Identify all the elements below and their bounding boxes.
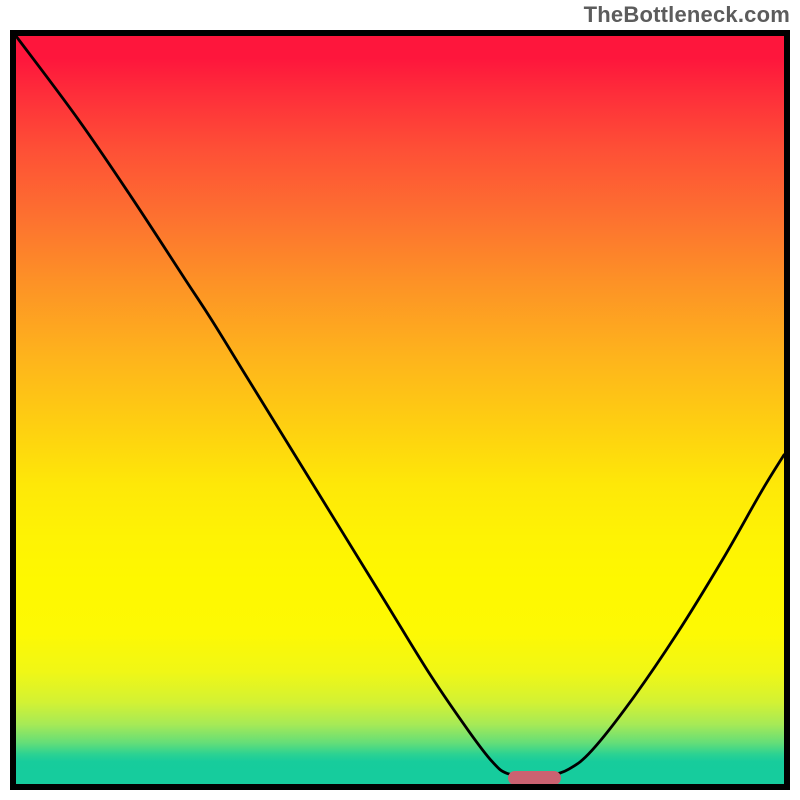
bottleneck-curve (16, 36, 784, 784)
plot-frame (10, 30, 790, 790)
optimal-range-marker (508, 771, 562, 785)
watermark-label: TheBottleneck.com (584, 2, 790, 28)
chart-container: TheBottleneck.com (0, 0, 800, 800)
